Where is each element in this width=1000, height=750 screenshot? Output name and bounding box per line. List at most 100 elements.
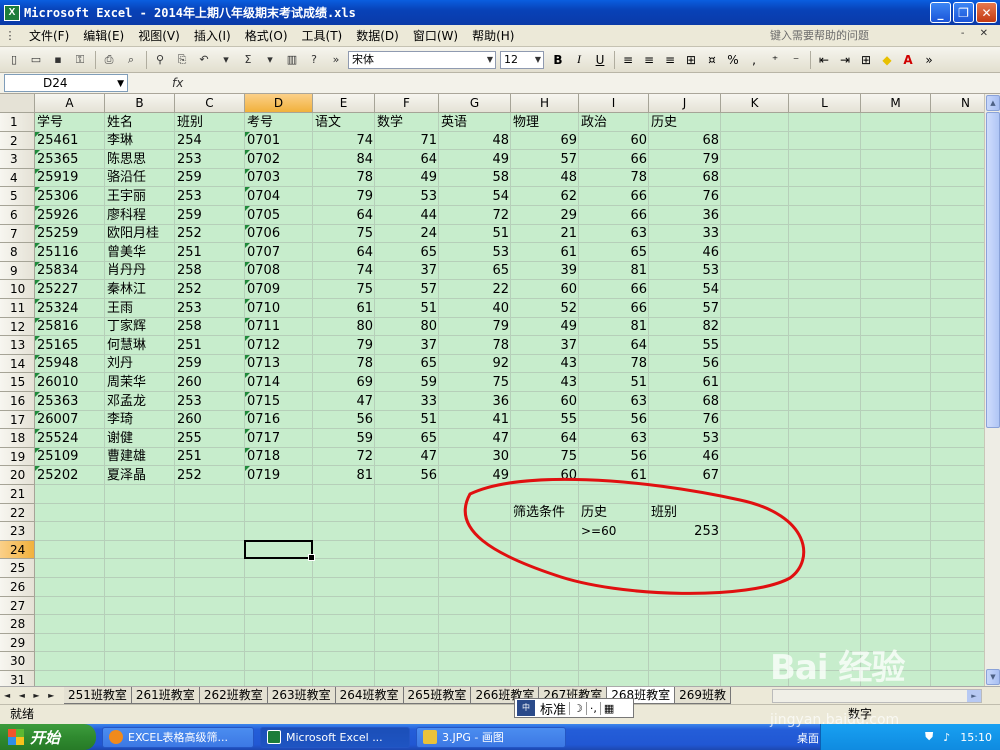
table-cell[interactable]: 61: [649, 373, 721, 392]
table-cell[interactable]: 廖科程: [105, 206, 175, 225]
research-icon[interactable]: ⚲: [150, 50, 170, 70]
ime-halfwidth-icon[interactable]: ☽: [569, 701, 586, 715]
column-header-b[interactable]: B: [105, 94, 175, 113]
menu-insert[interactable]: 插入(I): [187, 26, 238, 46]
table-cell[interactable]: 51: [439, 224, 511, 243]
table-cell[interactable]: 0711: [245, 317, 313, 336]
criteria-label[interactable]: 筛选条件: [511, 503, 579, 522]
sheet-tab[interactable]: 264班教室: [335, 687, 404, 704]
row-header[interactable]: 14: [0, 354, 35, 374]
table-cell[interactable]: 78: [579, 168, 649, 187]
table-cell[interactable]: 61: [511, 243, 579, 262]
column-header-i[interactable]: I: [579, 94, 649, 113]
table-cell[interactable]: 56: [375, 466, 439, 485]
sheet-tab[interactable]: 263班教室: [267, 687, 336, 704]
table-cell[interactable]: 40: [439, 299, 511, 318]
table-cell[interactable]: 253: [175, 187, 245, 206]
row-header[interactable]: 1: [0, 113, 35, 132]
excel-app-icon[interactable]: X: [4, 4, 20, 21]
table-cell[interactable]: 夏泽晶: [105, 466, 175, 485]
increase-indent-icon[interactable]: ⇥: [835, 50, 855, 70]
new-file-icon[interactable]: ▯: [4, 50, 24, 70]
ime-toolbar[interactable]: 中 标准 ☽ ·, ▦: [514, 698, 634, 718]
table-cell[interactable]: 78: [313, 168, 375, 187]
toolbar-options-icon[interactable]: »: [326, 50, 346, 70]
table-cell[interactable]: 0708: [245, 261, 313, 280]
table-cell[interactable]: 李琦: [105, 410, 175, 429]
header-cell[interactable]: 数学: [375, 113, 439, 132]
table-cell[interactable]: 0718: [245, 447, 313, 466]
table-cell[interactable]: 65: [375, 429, 439, 448]
table-cell[interactable]: 59: [313, 429, 375, 448]
table-cell[interactable]: 78: [439, 336, 511, 355]
column-header-h[interactable]: H: [511, 94, 579, 113]
column-header-e[interactable]: E: [313, 94, 375, 113]
row-header[interactable]: 5: [0, 187, 35, 206]
table-cell[interactable]: 48: [511, 168, 579, 187]
table-cell[interactable]: 25109: [35, 447, 105, 466]
table-cell[interactable]: 曹建雄: [105, 447, 175, 466]
bold-button[interactable]: B: [548, 50, 568, 70]
table-cell[interactable]: 74: [313, 131, 375, 150]
align-left-icon[interactable]: ≡: [618, 50, 638, 70]
table-cell[interactable]: 王雨: [105, 299, 175, 318]
column-header-g[interactable]: G: [439, 94, 511, 113]
align-center-icon[interactable]: ≡: [639, 50, 659, 70]
table-cell[interactable]: 37: [375, 336, 439, 355]
chart-wizard-icon[interactable]: ▥: [282, 50, 302, 70]
ime-punctuation-icon[interactable]: ·,: [585, 701, 600, 715]
table-cell[interactable]: 82: [649, 317, 721, 336]
horizontal-scrollbar[interactable]: ►: [772, 689, 982, 703]
worksheet-grid[interactable]: A B C D E F G H I J K L M N 1 2 3 4 5 6 7 8 9 10 11 12 13 14 15 16 17 1…: [0, 94, 984, 686]
table-cell[interactable]: 56: [579, 410, 649, 429]
table-cell[interactable]: 75: [313, 280, 375, 299]
table-cell[interactable]: 64: [579, 336, 649, 355]
table-cell[interactable]: 29: [511, 206, 579, 225]
table-cell[interactable]: 52: [511, 299, 579, 318]
table-cell[interactable]: 259: [175, 206, 245, 225]
table-cell[interactable]: 曾美华: [105, 243, 175, 262]
sum-icon[interactable]: Σ: [238, 50, 258, 70]
table-cell[interactable]: 36: [439, 392, 511, 411]
font-name-select[interactable]: 宋体 ▼: [348, 50, 496, 69]
sheet-tab[interactable]: 262班教室: [199, 687, 268, 704]
row-header[interactable]: 11: [0, 299, 35, 318]
table-cell[interactable]: 49: [439, 466, 511, 485]
borders-icon[interactable]: ⊞: [856, 50, 876, 70]
table-cell[interactable]: 63: [579, 224, 649, 243]
menu-format[interactable]: 格式(O): [238, 26, 295, 46]
table-cell[interactable]: 75: [313, 224, 375, 243]
ime-logo-icon[interactable]: 中: [517, 700, 535, 716]
table-cell[interactable]: 76: [649, 187, 721, 206]
row-header[interactable]: 21: [0, 485, 35, 504]
help-icon[interactable]: ?: [304, 50, 324, 70]
row-header[interactable]: 25: [0, 559, 35, 578]
decrease-decimal-icon[interactable]: ⁻: [786, 50, 806, 70]
table-cell[interactable]: 255: [175, 429, 245, 448]
table-cell[interactable]: 0709: [245, 280, 313, 299]
table-cell[interactable]: 44: [375, 206, 439, 225]
header-cell[interactable]: 学号: [35, 113, 105, 132]
table-cell[interactable]: 39: [511, 261, 579, 280]
table-cell[interactable]: 25306: [35, 187, 105, 206]
menu-file[interactable]: 文件(F): [22, 26, 76, 46]
table-cell[interactable]: 0719: [245, 466, 313, 485]
table-cell[interactable]: 65: [375, 354, 439, 373]
table-cell[interactable]: 49: [375, 168, 439, 187]
shield-icon[interactable]: ⛊: [925, 730, 933, 744]
table-cell[interactable]: 25165: [35, 336, 105, 355]
table-cell[interactable]: 65: [375, 243, 439, 262]
scroll-up-icon[interactable]: ▲: [986, 95, 1000, 111]
table-cell[interactable]: 25948: [35, 354, 105, 373]
minimize-button[interactable]: _: [930, 2, 951, 23]
table-cell[interactable]: 53: [649, 429, 721, 448]
table-cell[interactable]: 60: [511, 466, 579, 485]
percent-button[interactable]: %: [723, 50, 743, 70]
table-cell[interactable]: 251: [175, 336, 245, 355]
table-cell[interactable]: 0707: [245, 243, 313, 262]
table-cell[interactable]: 60: [511, 280, 579, 299]
row-header[interactable]: 23: [0, 522, 35, 541]
italic-button[interactable]: I: [569, 50, 589, 70]
column-header-d[interactable]: D: [245, 94, 313, 113]
row-header[interactable]: 9: [0, 261, 35, 281]
